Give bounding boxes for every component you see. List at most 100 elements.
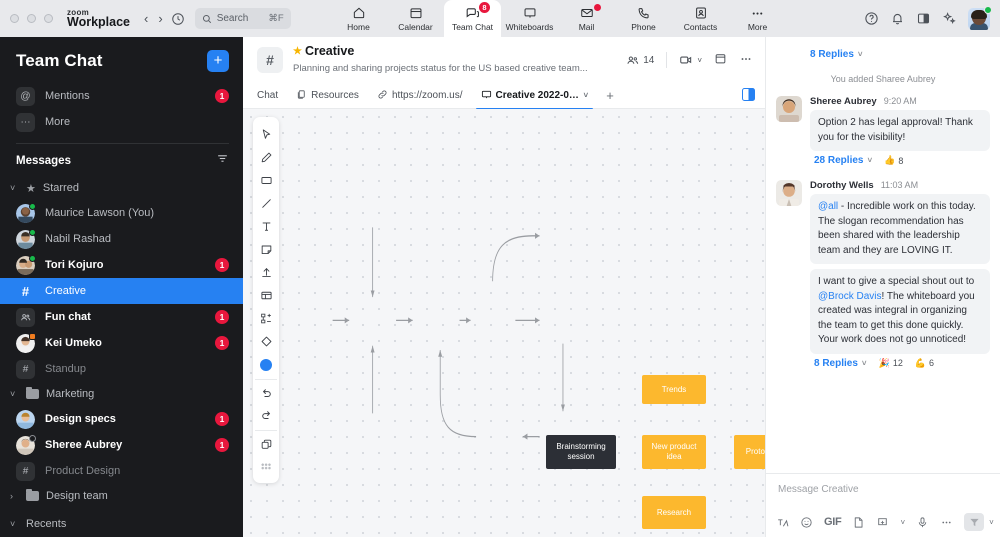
message-list[interactable]: 8 Replies ˅ You added Sharee Aubrey Sher… (766, 37, 1000, 473)
sidebar-item-design-specs[interactable]: Design specs 1 (0, 406, 243, 432)
minimize-window-button[interactable] (27, 14, 36, 23)
flow-node-brainstorming-session[interactable]: Brainstorming session (546, 435, 616, 469)
tab-home[interactable]: Home (330, 0, 387, 37)
tab-contacts[interactable]: Contacts (672, 0, 729, 37)
frame-icon[interactable] (255, 284, 277, 307)
sidebar-item-mentions[interactable]: @ Mentions 1 (0, 83, 243, 109)
upload-icon[interactable] (255, 261, 277, 284)
search-input[interactable]: Search ⌘F (194, 8, 291, 29)
chevron-down-icon[interactable]: ˅ (900, 518, 905, 527)
tab-phone[interactable]: Phone (615, 0, 672, 37)
panel-layout-icon[interactable] (916, 11, 931, 26)
tab-creative-whiteboard-label: Creative 2022-04... (495, 90, 580, 101)
sidebar-item-creative[interactable]: # Creative (0, 278, 243, 304)
drag-handle-icon[interactable] (255, 455, 277, 478)
screenshot-icon[interactable] (876, 516, 889, 529)
shape-connector-icon[interactable] (255, 307, 277, 330)
sidebar-group-marketing[interactable]: ˅ Marketing (0, 382, 243, 406)
gif-icon[interactable]: GIF (824, 516, 842, 528)
tab-mail[interactable]: Mail (558, 0, 615, 37)
tab-contacts-label: Contacts (683, 21, 718, 32)
start-meeting-button[interactable]: ˅ (679, 53, 702, 67)
reaction-thumbsup[interactable]: 👍 8 (884, 155, 903, 166)
flow-node-research[interactable]: Research (642, 496, 706, 529)
cursor-select-icon[interactable] (255, 123, 277, 146)
avatar[interactable] (968, 5, 992, 30)
forward-icon[interactable]: › (158, 12, 162, 25)
sidebar-item-maurice-lawson[interactable]: Maurice Lawson (You) (0, 200, 243, 226)
message-input[interactable]: Message Creative (776, 482, 990, 513)
tab-more[interactable]: More (729, 0, 786, 37)
chevron-down-icon[interactable]: ˅ (584, 91, 589, 100)
add-tab-button[interactable]: + (597, 83, 623, 109)
channel-more-button[interactable] (739, 52, 753, 69)
maximize-window-button[interactable] (44, 14, 53, 23)
new-chat-button[interactable]: + (207, 50, 229, 72)
ai-sparkle-icon[interactable] (942, 11, 957, 26)
sidebar-item-sheree-aubrey[interactable]: Sheree Aubrey 1 (0, 432, 243, 458)
tab-zoom-link[interactable]: https://zoom.us/ (368, 83, 472, 109)
color-swatch-icon[interactable] (255, 353, 277, 376)
tab-team-chat[interactable]: Team Chat 8 (444, 0, 501, 37)
sidebar-group-design-team[interactable]: › Design team (0, 484, 243, 508)
replies-link[interactable]: 8 Replies ˅ (814, 358, 867, 369)
member-count-button[interactable]: 14 (626, 54, 654, 67)
clock-history-icon[interactable] (171, 12, 185, 26)
tab-calendar[interactable]: Calendar (387, 0, 444, 37)
sidebar-item-more[interactable]: ⋯ More (0, 109, 243, 135)
avatar[interactable] (776, 180, 802, 206)
mention-brock-davis[interactable]: @Brock Davis (818, 291, 882, 302)
redo-icon[interactable] (255, 404, 277, 427)
sidebar-group-recents[interactable]: ˅ Recents (0, 512, 243, 536)
duplicate-icon[interactable] (255, 430, 277, 455)
tab-creative-whiteboard[interactable]: Creative 2022-04... ˅ (472, 83, 598, 110)
flow-node-prototyping[interactable]: Prototyping (734, 435, 765, 469)
replies-link[interactable]: 8 Replies ˅ (810, 49, 863, 60)
file-icon[interactable] (852, 516, 865, 529)
split-panel-icon[interactable] (742, 88, 755, 101)
help-circle-icon[interactable] (864, 11, 879, 26)
sidebar-item-nabil-rashad[interactable]: Nabil Rashad (0, 226, 243, 252)
sidebar-item-standup[interactable]: # Standup (0, 356, 243, 382)
tab-resources[interactable]: Resources (287, 83, 368, 109)
bell-icon[interactable] (890, 11, 905, 26)
tab-whiteboards[interactable]: Whiteboards (501, 0, 558, 37)
avatar[interactable] (776, 96, 802, 122)
ellipsis-icon[interactable] (940, 516, 953, 529)
audio-icon[interactable] (916, 516, 929, 529)
pen-icon[interactable] (255, 146, 277, 169)
line-icon[interactable] (255, 192, 277, 215)
replies-link[interactable]: 28 Replies ˅ (814, 155, 872, 166)
star-icon[interactable]: ★ (293, 46, 302, 57)
sidebar-group-starred[interactable]: ˅ ★ Starred (0, 176, 243, 200)
text-icon[interactable] (255, 215, 277, 238)
tab-chat[interactable]: Chat (257, 83, 287, 109)
sidebar-item-fun-chat[interactable]: Fun chat 1 (0, 304, 243, 330)
format-text-icon[interactable] (776, 516, 789, 529)
message-bubble[interactable]: I want to give a special shout out to @B… (810, 269, 990, 354)
undo-icon[interactable] (255, 379, 277, 404)
reaction-muscle[interactable]: 💪 6 (915, 358, 934, 369)
filter-icon[interactable] (216, 152, 229, 170)
flow-node-new-product-idea[interactable]: New product idea (642, 435, 706, 469)
message-bubble[interactable]: @all - Incredible work on this today. Th… (810, 194, 990, 264)
sidebar-item-kei-umeko[interactable]: Kei Umeko 1 (0, 330, 243, 356)
sidebar-item-product-design[interactable]: # Product Design (0, 458, 243, 484)
sidebar-item-tori-kojuro[interactable]: Tori Kojuro 1 (0, 252, 243, 278)
schedule-button[interactable] (714, 52, 727, 68)
conversation-list[interactable]: ˅ ★ Starred Maurice Lawson (You) Nabil R… (0, 176, 243, 537)
back-icon[interactable]: ‹ (144, 12, 148, 25)
rectangle-icon[interactable] (255, 169, 277, 192)
close-window-button[interactable] (10, 14, 19, 23)
send-icon[interactable] (964, 513, 985, 531)
eraser-icon[interactable] (255, 330, 277, 353)
window-controls[interactable] (10, 14, 53, 23)
mention-all[interactable]: @all (818, 201, 838, 212)
emoji-icon[interactable] (800, 516, 813, 529)
whiteboard-canvas[interactable]: Brainstorming session Trends New product… (243, 109, 765, 537)
reaction-party[interactable]: 🎉 12 (879, 358, 903, 369)
sticky-note-icon[interactable] (255, 238, 277, 261)
flow-node-trends[interactable]: Trends (642, 375, 706, 404)
chevron-down-icon[interactable]: ˅ (989, 518, 994, 527)
message-bubble[interactable]: Option 2 has legal approval! Thank you f… (810, 110, 990, 151)
